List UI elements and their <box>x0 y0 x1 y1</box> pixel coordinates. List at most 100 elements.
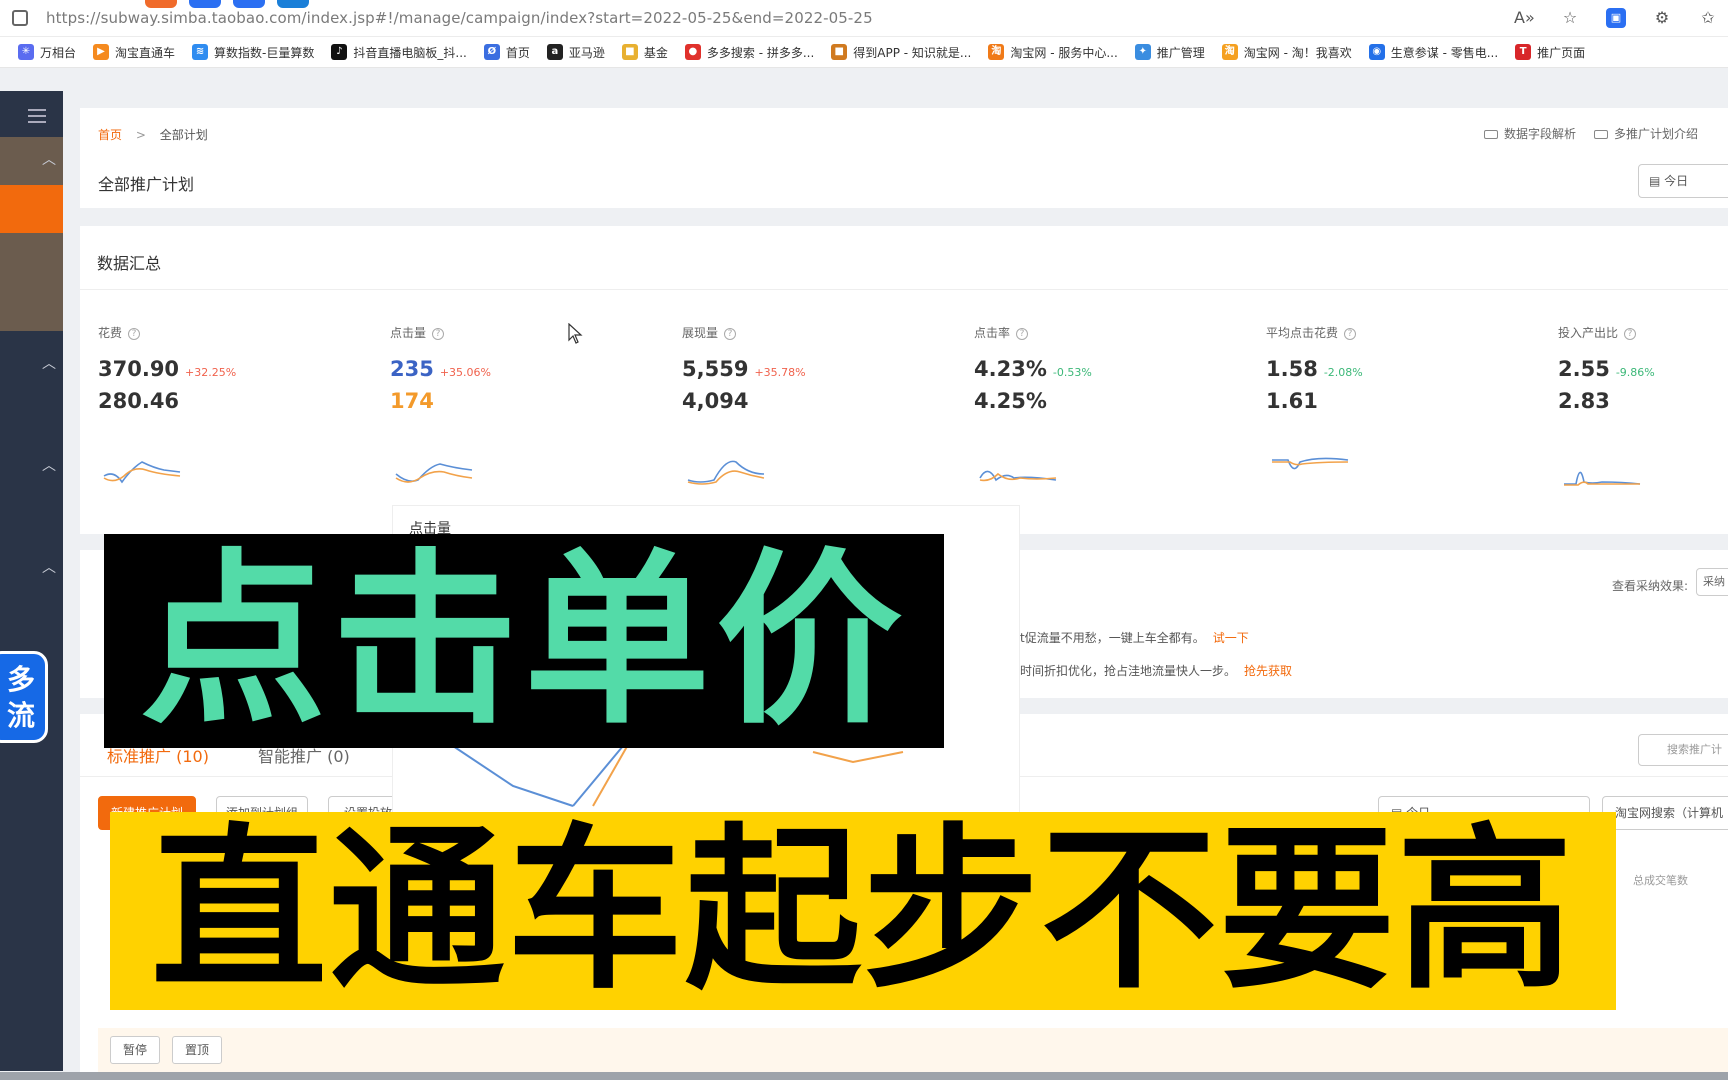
chevron-up-icon[interactable]: ︿ <box>42 455 56 475</box>
search-input[interactable]: 搜索推广计 <box>1638 734 1728 766</box>
data-summary-card: 数据汇总 花费? 370.90 +32.25% 280.46 点击量? 235 +35.06… <box>80 226 1728 534</box>
mouse-cursor-icon <box>568 323 583 344</box>
breadcrumb-home[interactable]: 首页 <box>98 128 122 142</box>
metric-value: 4.23% -0.53% <box>974 357 1264 381</box>
date-picker[interactable]: ▤ 今日 <box>1638 164 1728 198</box>
sparkline-chart[interactable] <box>1562 452 1646 492</box>
url-text[interactable]: https://subway.simba.taobao.com/index.js… <box>46 9 873 27</box>
column-header[interactable]: 总成交笔数 <box>1633 872 1688 888</box>
sparkline-series-current <box>1564 471 1641 485</box>
pause-button[interactable]: 暂停 <box>110 1036 160 1064</box>
help-icon[interactable]: ? <box>1016 327 1029 340</box>
bookmark-label: 基金 <box>643 45 668 60</box>
tab-favicon[interactable] <box>277 0 309 8</box>
lock-icon[interactable] <box>12 10 28 26</box>
favorite-icon[interactable]: ☆ <box>1560 8 1580 28</box>
bookmark-item[interactable]: a 亚马逊 <box>546 44 605 61</box>
sparkline-chart[interactable] <box>978 452 1062 492</box>
bookmark-item[interactable]: ♪ 抖音直播电脑板_抖... <box>331 44 467 61</box>
metric-value-text: 4.23% <box>974 357 1047 381</box>
bookmark-icon: 淘 <box>1221 44 1238 60</box>
top-button[interactable]: 置顶 <box>172 1036 222 1064</box>
help-icon[interactable]: ? <box>1624 327 1637 340</box>
bookmark-icon: ● <box>684 44 701 60</box>
bookmark-icon: ≋ <box>192 44 209 60</box>
sparkline-series-current <box>687 460 765 483</box>
metric-value-text: 5,559 <box>682 357 749 381</box>
plan-intro-link[interactable]: 多推广计划介绍 <box>1593 125 1698 142</box>
action-bar <box>98 1028 1728 1074</box>
video-icon <box>1483 130 1498 139</box>
sparkline-chart[interactable] <box>394 452 478 492</box>
bookmark-item[interactable]: ● 多多搜索 - 拼多多... <box>684 44 815 61</box>
divider <box>80 289 1728 290</box>
metric-label: 展现量? <box>682 324 972 341</box>
tab-favicon[interactable] <box>189 0 221 8</box>
tab-strip <box>145 0 309 8</box>
sidebar-item-active[interactable] <box>0 185 63 233</box>
chevron-up-icon[interactable]: ︿ <box>42 353 56 373</box>
metric-value-text: 2.55 <box>1558 357 1610 381</box>
bookmarks-bar: ✳ 万相台 ▶ 淘宝直通车 ≋ 算数指数-巨量算数 ♪ 抖音直播电脑板_抖... Ø 首页 a 亚马逊… <box>0 37 1728 68</box>
breadcrumb: 首页 > 全部计划 <box>98 126 208 143</box>
chevron-up-icon[interactable]: ︿ <box>42 557 56 577</box>
bookmark-item[interactable]: ✳ 万相台 <box>18 44 76 61</box>
adopt-select[interactable]: 采纳 <box>1696 568 1728 596</box>
bookmark-item[interactable]: 淘淘宝网 - 服务中心... <box>988 44 1118 61</box>
metric-label-text: 投入产出比 <box>1558 326 1619 340</box>
bookmark-icon: Ø <box>483 44 500 60</box>
bookmark-label: 淘宝网 - 服务中心... <box>1010 45 1118 60</box>
bookmark-item[interactable]: 淘淘宝网 - 淘！我喜欢 <box>1221 44 1352 61</box>
help-icon[interactable]: ? <box>128 327 141 340</box>
chevron-up-icon[interactable]: ︿ <box>42 149 56 169</box>
summary-title: 数据汇总 <box>97 254 162 273</box>
sparkline-chart[interactable] <box>1270 452 1354 492</box>
tooltip-series-orange <box>812 751 904 764</box>
bookmark-item[interactable]: ≋ 算数指数-巨量算数 <box>192 44 314 61</box>
metric-label-text: 展现量 <box>682 326 719 340</box>
sidebar-section[interactable] <box>0 233 63 331</box>
bookmark-label: 生意参谋 - 零售电... <box>1390 45 1499 60</box>
bookmark-icon: ◉ <box>1368 44 1385 60</box>
metric-value: 1.58 -2.08% <box>1266 357 1556 381</box>
puzzle-icon[interactable]: ⚙ <box>1652 8 1672 28</box>
help-icon[interactable]: ? <box>1344 327 1357 340</box>
bookmark-item[interactable]: ■ 得到APP - 知识就是... <box>831 44 971 61</box>
metric-4: 平均点击花费? 1.58 -2.08% 1.61 <box>1266 324 1556 470</box>
sparkline-chart[interactable] <box>102 452 186 492</box>
extension-icon[interactable]: ▣ <box>1606 8 1626 28</box>
metric-value: 5,559 +35.78% <box>682 357 972 381</box>
try-link[interactable]: 试一下 <box>1213 631 1249 645</box>
bookmark-item[interactable]: T 推广页面 <box>1515 44 1585 61</box>
suggestion-text: t促流量不用愁，一键上车全都有。 <box>1020 631 1205 645</box>
plan-intro-label: 多推广计划介绍 <box>1613 127 1698 141</box>
bookmark-label: 淘宝网 - 淘！我喜欢 <box>1243 45 1352 60</box>
metric-value: 370.90 +32.25% <box>98 357 388 381</box>
field-doc-link[interactable]: 数据字段解析 <box>1483 125 1576 142</box>
help-icon[interactable]: ? <box>724 327 737 340</box>
metric-change: -9.86% <box>1615 366 1655 379</box>
favorites-bar-icon[interactable]: ✩ <box>1698 8 1718 28</box>
bookmark-label: 算数指数-巨量算数 <box>214 45 315 60</box>
metric-label-text: 平均点击花费 <box>1266 326 1339 340</box>
metric-value: 235 +35.06% <box>390 357 680 381</box>
bookmark-label: 得到APP - 知识就是... <box>853 45 972 60</box>
bookmark-item[interactable]: Ø 首页 <box>483 44 530 61</box>
floating-badge[interactable]: 多 流 <box>0 651 48 743</box>
suggestion-line: 时间折扣优化，抢占洼地流量快人一步。 抢先获取 <box>1020 662 1292 679</box>
grab-link[interactable]: 抢先获取 <box>1244 664 1292 678</box>
menu-collapse-icon[interactable] <box>28 109 46 123</box>
channel-dropdown[interactable]: 淘宝网搜索（计算机 <box>1602 796 1728 830</box>
bookmark-item[interactable]: ◉ 生意参谋 - 零售电... <box>1368 44 1499 61</box>
read-aloud-icon[interactable]: A» <box>1514 8 1535 28</box>
bookmark-item[interactable]: ■ 基金 <box>621 44 668 61</box>
suggestion-text: 时间折扣优化，抢占洼地流量快人一步。 <box>1020 664 1237 678</box>
sparkline-chart[interactable] <box>686 452 770 492</box>
metric-label: 投入产出比? <box>1558 324 1728 341</box>
bookmark-item[interactable]: ▶ 淘宝直通车 <box>93 44 175 61</box>
tab-favicon[interactable] <box>233 0 265 8</box>
bookmark-item[interactable]: ✦ 推广管理 <box>1134 44 1205 61</box>
help-icon[interactable]: ? <box>432 327 445 340</box>
tab-favicon[interactable] <box>145 0 177 8</box>
bookmark-label: 多多搜索 - 拼多多... <box>706 45 815 60</box>
